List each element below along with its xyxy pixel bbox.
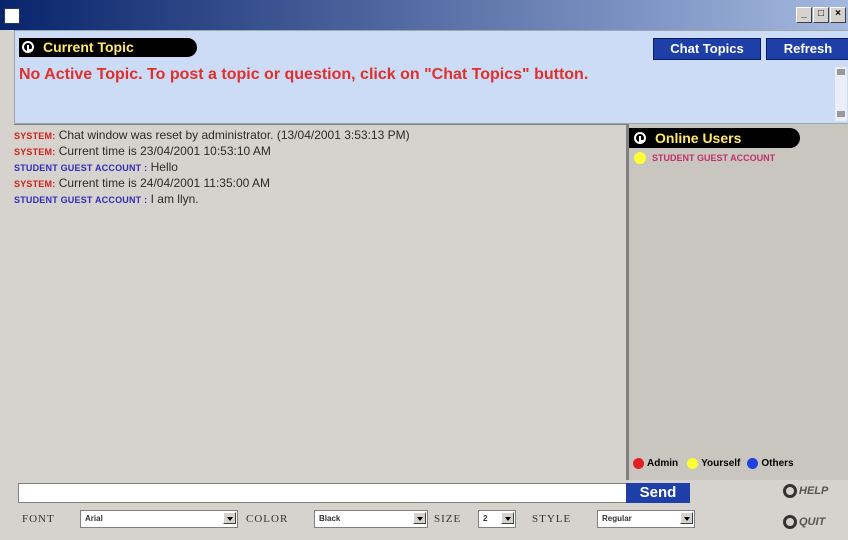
minimize-button[interactable]: _: [796, 7, 812, 23]
size-value: 2: [483, 514, 488, 523]
chat-message: SYSTEM: Current time is 24/04/2001 11:35…: [14, 176, 270, 190]
help-label: HELP: [799, 485, 829, 497]
size-label: SIZE: [434, 513, 462, 525]
online-users-panel: Online Users STUDENT GUEST ACCOUNT Admin…: [629, 124, 848, 480]
help-button[interactable]: HELP: [783, 484, 828, 498]
message-input[interactable]: [18, 483, 630, 503]
font-value: Arial: [85, 514, 103, 523]
message-text: Chat window was reset by administrator. …: [58, 128, 410, 142]
message-sender: SYSTEM:: [14, 147, 56, 157]
current-topic-label: Current Topic: [43, 39, 134, 55]
composer-bar: Send HELP QUIT FONT Arial COLOR Black SI…: [14, 480, 848, 540]
chat-window: _ □ × Current Topic Chat Topics Refresh …: [0, 0, 848, 540]
close-button[interactable]: ×: [830, 7, 846, 23]
power-icon: [783, 515, 797, 529]
quit-button[interactable]: QUIT: [783, 515, 825, 529]
admin-dot-icon: [633, 458, 644, 469]
message-text: I am llyn.: [150, 192, 199, 206]
online-users-label: Online Users: [655, 130, 742, 146]
color-label: COLOR: [246, 513, 289, 525]
style-value: Regular: [602, 514, 632, 523]
message-sender: STUDENT GUEST ACCOUNT :: [14, 163, 148, 173]
title-bar: _ □ ×: [0, 0, 848, 30]
message-sender: SYSTEM:: [14, 131, 56, 141]
user-legend: Admin Yourself Others: [633, 458, 794, 469]
message-text: Current time is 23/04/2001 10:53:10 AM: [58, 144, 271, 158]
chat-messages: SYSTEM: Chat window was reset by adminis…: [14, 124, 626, 477]
app-icon: [4, 8, 20, 24]
message-text: Current time is 24/04/2001 11:35:00 AM: [58, 176, 270, 190]
send-button[interactable]: Send: [626, 483, 690, 503]
window-controls: _ □ ×: [796, 7, 846, 23]
chevron-down-icon: [223, 512, 236, 524]
maximize-button[interactable]: □: [813, 7, 829, 23]
font-label: FONT: [22, 513, 55, 525]
others-dot-icon: [747, 458, 759, 469]
message-text: Hello: [150, 160, 178, 174]
current-topic-header: Current Topic: [19, 38, 197, 57]
chevron-circle-icon: [634, 132, 646, 144]
online-user-item[interactable]: STUDENT GUEST ACCOUNT: [634, 152, 775, 164]
chevron-down-icon: [501, 512, 514, 524]
chevron-circle-icon: [22, 41, 34, 53]
style-label: STYLE: [532, 513, 572, 525]
topic-scrollbar[interactable]: [835, 67, 847, 121]
online-user-name: STUDENT GUEST ACCOUNT: [652, 153, 776, 163]
yourself-dot-icon: [687, 458, 699, 469]
refresh-button[interactable]: Refresh: [766, 38, 848, 60]
font-select[interactable]: Arial: [80, 510, 238, 528]
size-select[interactable]: 2: [478, 510, 516, 528]
chat-message: STUDENT GUEST ACCOUNT : I am llyn.: [14, 192, 199, 206]
chevron-down-icon: [413, 512, 426, 524]
current-topic-panel: Current Topic Chat Topics Refresh No Act…: [14, 30, 848, 124]
user-status-dot-icon: [634, 152, 646, 164]
chat-topics-button[interactable]: Chat Topics: [653, 38, 761, 60]
color-select[interactable]: Black: [314, 510, 428, 528]
chevron-down-icon: [680, 512, 693, 524]
chat-message: SYSTEM: Chat window was reset by adminis…: [14, 128, 410, 142]
help-icon: [783, 484, 797, 498]
message-sender: SYSTEM:: [14, 179, 56, 189]
quit-label: QUIT: [799, 516, 826, 528]
legend-admin: Admin: [647, 458, 679, 469]
chat-message: STUDENT GUEST ACCOUNT : Hello: [14, 160, 178, 174]
message-sender: STUDENT GUEST ACCOUNT :: [14, 195, 148, 205]
online-users-header: Online Users: [629, 128, 800, 148]
color-value: Black: [319, 514, 341, 523]
current-topic-text: No Active Topic. To post a topic or ques…: [19, 66, 589, 83]
style-select[interactable]: Regular: [597, 510, 695, 528]
legend-others: Others: [761, 458, 794, 469]
chat-message: SYSTEM: Current time is 23/04/2001 10:53…: [14, 144, 271, 158]
legend-yourself: Yourself: [701, 458, 741, 469]
